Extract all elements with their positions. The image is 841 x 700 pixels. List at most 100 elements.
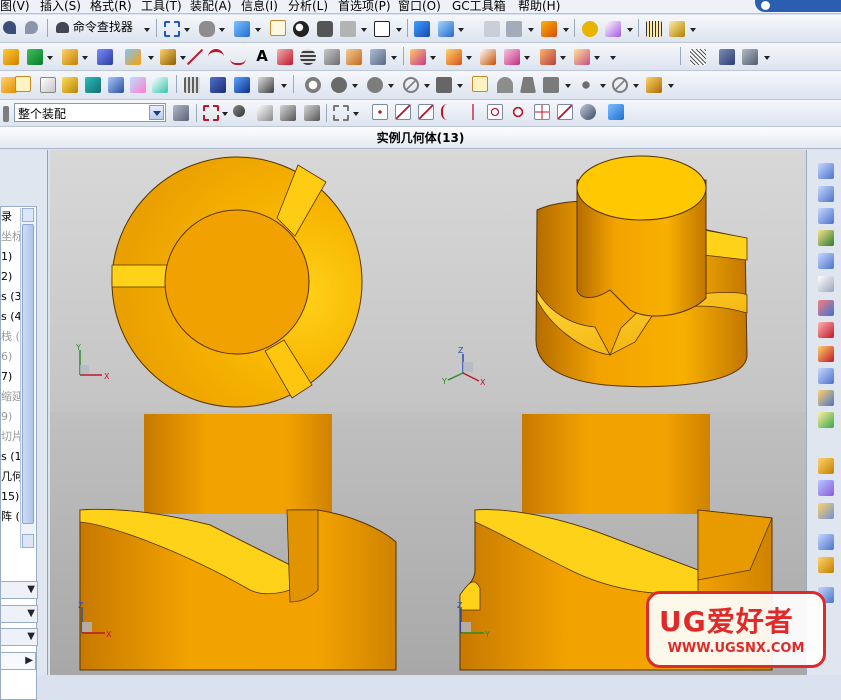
offset-surface-icon[interactable] [818,300,834,316]
show-hide-icon[interactable] [340,21,356,37]
move-component-icon[interactable] [742,49,758,65]
no-render-icon[interactable] [403,77,419,93]
menu-assembly[interactable]: 装配(A) [190,0,232,13]
sew-icon[interactable] [818,346,834,362]
shadow-icon[interactable] [331,77,347,93]
snap-grid-icon[interactable] [690,49,706,65]
wall-icon[interactable] [543,77,559,93]
menu-info[interactable]: 信息(I) [241,0,278,13]
menu-view[interactable]: 图(V) [0,0,30,13]
select-region-icon[interactable] [173,105,189,121]
edge-blend-icon[interactable] [160,49,176,65]
snap-on-curve-icon[interactable] [557,104,573,120]
shaded-view-icon[interactable] [818,458,834,474]
undo-selection-icon[interactable] [233,105,245,117]
snap-on-surface-icon[interactable] [580,104,596,120]
edge-view-icon[interactable] [818,480,834,496]
menu-insert[interactable]: 插入(S) [40,0,81,13]
shaded-mode-icon[interactable] [270,20,286,36]
fit-view-icon[interactable] [164,21,180,37]
menu-analysis[interactable]: 分析(L) [288,0,328,13]
unite-icon[interactable] [125,49,141,65]
navigator-details-toggle[interactable]: ▼ [0,605,38,623]
menu-format[interactable]: 格式(R) [90,0,132,13]
swept-icon[interactable] [818,253,834,269]
undo-icon[interactable] [3,21,16,34]
layer-settings-icon[interactable] [374,21,390,37]
menu-window[interactable]: 窗口(O) [398,0,441,13]
patch-icon[interactable] [818,412,834,428]
snap-existing-point-icon[interactable] [534,104,550,120]
lighting-settings-icon[interactable] [646,77,662,93]
wcs-icon[interactable] [414,21,430,37]
studio-spline-icon[interactable] [818,534,834,550]
delete-face-icon[interactable] [480,49,496,65]
x-form-icon[interactable] [818,557,834,573]
move-object-icon[interactable] [438,21,454,37]
n-sided-icon[interactable] [818,276,834,292]
resize-face-icon[interactable] [504,49,520,65]
gc-data-icon[interactable] [506,21,522,37]
sketch-icon[interactable] [3,49,19,65]
navigator-dependents-toggle[interactable]: ▼ [0,581,38,599]
helix-icon[interactable] [300,49,316,65]
select-sketch-icon[interactable] [152,77,168,93]
navigator-horizontal-scrollbar[interactable]: ▶ [0,652,36,670]
snap-endpoint-icon[interactable] [372,104,388,120]
hide-icon[interactable] [317,21,333,37]
measure-body-icon[interactable] [669,21,685,37]
snap-point-on-face-icon[interactable] [608,104,624,120]
offset-face-icon[interactable] [410,49,426,65]
snap-center-icon[interactable] [487,104,503,120]
select-box-icon[interactable] [257,105,273,121]
select-curve-icon[interactable] [85,77,101,93]
help-button[interactable] [755,0,841,12]
menu-tools[interactable]: 工具(T) [141,0,182,13]
background-icon[interactable] [305,77,321,93]
scroll-up-arrow[interactable] [22,208,34,222]
snap-midpoint-icon[interactable] [395,104,411,120]
studio-icon[interactable] [436,77,452,93]
render-style-icon[interactable] [199,21,215,37]
menu-preferences[interactable]: 首选项(P) [338,0,391,13]
menu-help[interactable]: 帮助(H) [518,0,560,13]
through-curves-icon[interactable] [818,186,834,202]
thicken-icon[interactable] [818,390,834,406]
gc-gear-icon[interactable] [541,21,557,37]
show-grid-icon[interactable] [184,77,200,93]
gc-toolbox-icon[interactable] [484,21,500,37]
arc-icon[interactable] [208,49,224,65]
view-orientation-icon[interactable] [234,21,250,37]
snap-control-icon[interactable] [418,104,434,120]
scroll-down-arrow[interactable] [22,534,34,548]
trim-sheet-icon[interactable] [818,322,834,338]
ruled-surface-icon[interactable] [818,208,834,224]
snap-arc-center-icon[interactable] [510,104,526,120]
extrude-icon[interactable] [62,49,78,65]
selection-scope-select[interactable]: 整个装配 [14,103,166,122]
gc-check-icon[interactable] [582,21,598,37]
copy-face-icon[interactable] [574,49,590,65]
measure-distance-icon[interactable] [646,21,662,37]
avatar-icon[interactable] [497,77,513,93]
deselect-icon[interactable] [280,105,296,121]
perspective-icon[interactable] [258,77,274,93]
floor-icon[interactable] [520,77,536,93]
select-feature-icon[interactable] [62,77,78,93]
chevron-down-icon[interactable] [149,105,164,120]
spline-icon[interactable] [230,49,246,65]
snap-intersection-icon[interactable] [441,104,457,120]
feature-icon[interactable] [97,49,113,65]
command-finder-button[interactable]: 命令查找器 [56,18,133,36]
text-icon[interactable]: A [254,48,270,64]
render-icon[interactable] [210,77,226,93]
navigator-scrollbar[interactable] [20,208,35,548]
line-icon[interactable] [187,49,203,65]
rectangle-select-icon[interactable] [203,105,219,121]
material-icon[interactable] [367,77,383,93]
menu-gc-toolbox[interactable]: GC工具箱 [452,0,506,13]
combined-curve-icon[interactable] [346,49,362,65]
light-off-icon[interactable] [612,77,628,93]
select-all-icon[interactable] [304,105,320,121]
datum-icon[interactable] [27,49,43,65]
